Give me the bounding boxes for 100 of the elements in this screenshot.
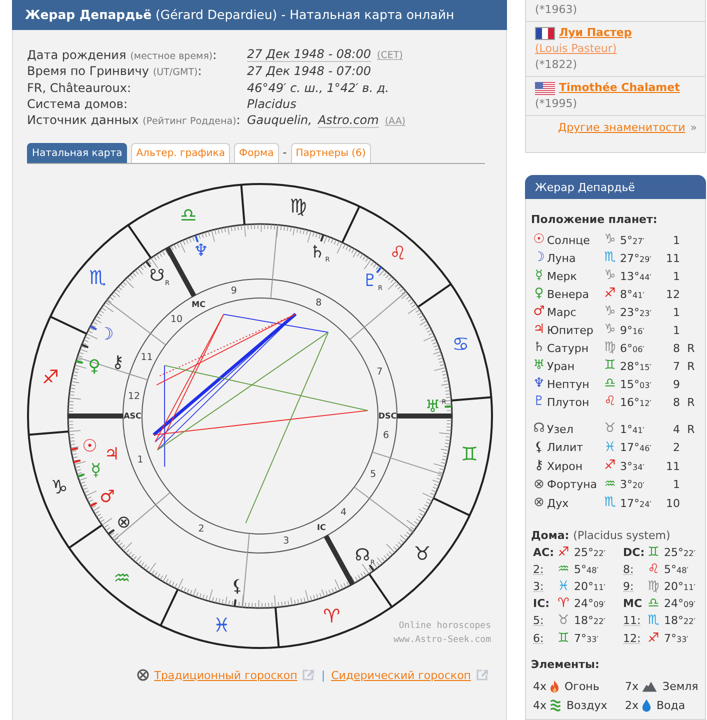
planet-degree: 3°34′	[619, 460, 646, 473]
horoscope-link[interactable]: Традиционный гороскоп	[154, 668, 298, 682]
house-label: 11:	[623, 614, 642, 628]
tab[interactable]: Натальная карта	[27, 143, 128, 164]
house-number: 9	[230, 286, 237, 297]
planet-name: Фортуна	[547, 478, 598, 492]
sign-symbol: ♎	[603, 375, 617, 393]
angle-label: IC	[316, 523, 326, 532]
planet-degree: 6°06′	[619, 342, 646, 354]
sign-symbol: ♊	[646, 544, 660, 560]
house-cusp-line	[106, 300, 166, 346]
chart-credit: www.Astro-Seek.com	[393, 635, 491, 646]
sign-symbol: ♒	[556, 562, 570, 577]
planet-symbol: ☊	[532, 420, 546, 438]
planet-symbol: ♄	[310, 242, 325, 263]
zodiac-sign: ♓	[213, 614, 230, 637]
sign-symbol: ♊	[603, 357, 617, 375]
zodiac-sign: ♑	[50, 476, 68, 499]
planet-name: Мерк	[547, 270, 578, 282]
field-value: 46°49′ с. ш., 1°42′ в. д.	[247, 80, 389, 96]
page-title: Жерар Депардьё (Gérard Depardieu) - Натальная карта онлайн	[25, 7, 454, 23]
planet-symbol: ⚸	[533, 438, 545, 457]
planet-degree: 15°03′	[619, 378, 652, 390]
sign-symbol: ♓	[556, 578, 570, 594]
angle-label: ASC	[124, 412, 142, 421]
planet-name: Хирон	[547, 460, 584, 473]
card-title: Жерар Депардьё	[535, 180, 635, 194]
horoscope-link[interactable]: Сидерический гороскоп	[331, 668, 471, 682]
angle-line	[165, 246, 196, 298]
angle-label: MC	[192, 300, 206, 310]
house-label: IC:	[533, 597, 551, 610]
sign-symbol: ♉	[556, 613, 570, 628]
zodiac-sign: ♐	[42, 366, 60, 389]
sign-symbol: ♑	[603, 303, 617, 321]
house-label: 8:	[623, 562, 635, 576]
flag-icon	[535, 26, 555, 40]
tab[interactable]: Партнеры (6)	[290, 143, 371, 164]
house-cusp-line	[372, 452, 444, 476]
person-link[interactable]: Луи Пастер	[559, 25, 632, 41]
house-number: 2	[672, 441, 680, 454]
sign-symbol: ♊	[556, 630, 570, 646]
house-number: 10	[665, 496, 680, 510]
house-label: MC	[623, 597, 644, 610]
house-label: 2:	[533, 562, 545, 576]
angle-line	[68, 414, 123, 419]
field-value: 27 Дек 1948 - 07:00	[247, 63, 371, 80]
tab[interactable]: Форма	[234, 143, 279, 164]
element-count: 7x	[625, 680, 639, 693]
house-number: 11	[140, 352, 153, 364]
house-number: 10	[170, 314, 183, 326]
sign-symbol: ♑	[603, 231, 617, 249]
house-degree: 20°11′	[573, 580, 606, 593]
planet-name: Нептун	[547, 378, 590, 390]
planet-symbol: ☉	[532, 231, 546, 249]
person-link[interactable]: Timothée Chalamet	[559, 80, 680, 96]
element-count: 4x	[533, 680, 547, 693]
element-name: Воздух	[566, 698, 608, 712]
house-number: 11	[665, 460, 680, 473]
house-number: 2	[198, 524, 204, 535]
house-number: 9	[672, 378, 680, 390]
external-link-icon[interactable]	[302, 669, 316, 682]
planet-name: Юпитер	[547, 324, 594, 336]
retrograde-mark: R	[686, 396, 696, 408]
zodiac-sign: ♏	[89, 267, 106, 290]
wavy-lines-icon	[550, 698, 561, 712]
planet-name: Узел	[547, 422, 574, 436]
sign-symbol: ♑	[603, 321, 617, 339]
planet-name: Луна	[547, 252, 577, 264]
house-cusp-line	[354, 486, 414, 532]
field-label: FR, Châteauroux:	[27, 80, 132, 96]
field-link[interactable]: Astro.com	[318, 113, 379, 128]
house-label: AC:	[533, 546, 555, 559]
field-value: Gauquelin,	[247, 112, 312, 128]
field-note-link[interactable]: (AA)	[384, 114, 406, 130]
field-link[interactable]: 27 Дек 1948 - 08:00	[247, 47, 371, 62]
external-link-icon[interactable]	[476, 669, 489, 682]
more-people-link[interactable]: Другие знаменитости	[558, 120, 686, 136]
field-note-link[interactable]: (CET)	[376, 48, 403, 64]
planet-name: Дух	[547, 496, 570, 510]
house-degree: 5°48′	[663, 562, 688, 576]
planet-degree: 17°46′	[619, 441, 652, 454]
flame-icon	[550, 680, 559, 693]
tab[interactable]: Альтер. графика	[131, 143, 230, 164]
planet-symbol: ☽	[532, 249, 546, 267]
angle-label: DSC	[378, 412, 397, 421]
planet-symbol: ♀	[533, 285, 545, 303]
planet-symbol: ♃	[104, 444, 120, 465]
house-label: 5:	[533, 614, 545, 628]
sign-symbol: ♏	[646, 613, 660, 628]
house-cusp-line	[349, 291, 407, 340]
house-number: 4	[672, 422, 680, 436]
planet-symbol: ☿	[534, 267, 544, 285]
planet-degree: 13°44′	[619, 270, 652, 282]
element-name: Огонь	[564, 680, 600, 693]
house-number: 7	[376, 366, 383, 378]
planet-symbol: ♀	[88, 356, 101, 377]
element-count: 4x	[533, 698, 547, 712]
circled-x-icon	[137, 669, 150, 682]
person-alt-name-link[interactable]: (Louis Pasteur)	[535, 42, 617, 55]
chart-credit: Online horoscopes	[398, 621, 491, 632]
